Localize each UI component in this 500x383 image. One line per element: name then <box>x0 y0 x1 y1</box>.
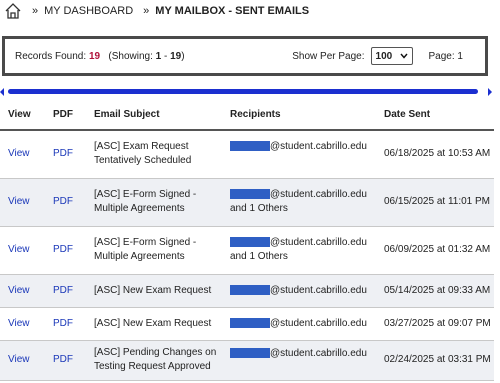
date-sent: 02/24/2025 at 03:31 PM <box>384 354 491 365</box>
recipients: @student.cabrillo.edu and 1 Others <box>222 226 376 274</box>
pdf-link[interactable]: PDF <box>53 244 73 255</box>
table-header-row: View PDF Email Subject Recipients Date S… <box>0 100 494 131</box>
chevron-down-icon <box>399 53 408 59</box>
scroll-left-icon[interactable] <box>0 88 4 96</box>
redacted-block <box>230 189 270 200</box>
subject-line-1: [ASC] E-Form Signed - <box>94 237 197 248</box>
email-subject: [ASC] Pending Changes on Testing Request… <box>86 340 222 380</box>
recipient-domain: @student.cabrillo.edu <box>270 237 367 248</box>
redacted-block <box>230 141 270 152</box>
view-link[interactable]: View <box>8 318 30 329</box>
subject-line-2: Tentatively Scheduled <box>94 155 192 167</box>
records-summary-bar: Records Found: 19 (Showing: 1 - 19) Show… <box>2 36 488 76</box>
horizontal-scrollbar[interactable] <box>0 88 500 96</box>
view-link[interactable]: View <box>8 244 30 255</box>
breadcrumb-separator: » <box>32 5 39 17</box>
subject-line-1: [ASC] Exam Request <box>94 141 189 153</box>
recipients: @student.cabrillo.edu <box>222 274 376 307</box>
table-row: View PDF [ASC] New Exam Request @student… <box>0 274 494 307</box>
pdf-link[interactable]: PDF <box>53 285 73 296</box>
breadcrumb-dashboard[interactable]: MY DASHBOARD <box>44 5 133 17</box>
page-indicator: Page: 1 <box>428 50 463 62</box>
table-row: View PDF [ASC] E-Form Signed - Multiple … <box>0 178 494 226</box>
recipients: @student.cabrillo.edu <box>222 307 376 340</box>
recipient-domain: @student.cabrillo.edu <box>270 141 367 152</box>
breadcrumb: » MY DASHBOARD » MY MAILBOX - SENT EMAIL… <box>0 0 500 22</box>
header-subject: Email Subject <box>86 100 222 131</box>
redacted-block <box>230 237 270 248</box>
showing-start: 1 <box>155 50 162 62</box>
view-link[interactable]: View <box>8 285 30 296</box>
subject-line-1: [ASC] E-Form Signed - <box>94 189 197 200</box>
showing-prefix: (Showing: <box>108 50 153 62</box>
recipient-domain: @student.cabrillo.edu <box>270 189 367 200</box>
pdf-link[interactable]: PDF <box>53 354 73 365</box>
breadcrumb-separator: » <box>143 5 150 17</box>
date-sent: 03/27/2025 at 09:07 PM <box>384 317 491 329</box>
date-sent: 06/18/2025 at 10:53 AM <box>384 148 491 160</box>
header-view: View <box>0 100 45 131</box>
redacted-block <box>230 284 270 295</box>
email-subject: [ASC] New Exam Request <box>94 317 212 329</box>
recipient-others: and 1 Others <box>230 251 288 262</box>
showing-suffix: ) <box>181 50 185 62</box>
sent-emails-table: View PDF Email Subject Recipients Date S… <box>0 100 494 381</box>
pdf-link[interactable]: PDF <box>53 318 73 329</box>
email-subject: [ASC] E-Form Signed - Multiple Agreement… <box>86 178 222 226</box>
redacted-block <box>230 347 270 358</box>
showing-dash: - <box>164 50 168 62</box>
redacted-block <box>230 317 270 328</box>
table-row: View PDF [ASC] E-Form Signed - Multiple … <box>0 226 494 274</box>
date-sent: 06/09/2025 at 01:32 AM <box>384 244 491 255</box>
records-found: Records Found: 19 (Showing: 1 - 19) <box>15 51 185 62</box>
subject-line-1: [ASC] Pending Changes on <box>94 347 217 358</box>
header-pdf: PDF <box>45 100 86 131</box>
recipients: @student.cabrillo.edu <box>222 130 376 178</box>
date-sent: 05/14/2025 at 09:33 AM <box>384 284 491 296</box>
header-date: Date Sent <box>376 100 494 131</box>
home-icon[interactable] <box>4 2 22 20</box>
recipient-domain: @student.cabrillo.edu <box>270 347 367 359</box>
showing-end: 19 <box>170 50 182 62</box>
view-link[interactable]: View <box>8 148 30 159</box>
table-row: View PDF [ASC] Exam Request Tentatively … <box>0 130 494 178</box>
table-row: View PDF [ASC] Pending Changes on Testin… <box>0 340 494 380</box>
email-subject: [ASC] New Exam Request <box>94 284 212 296</box>
breadcrumb-current: MY MAILBOX - SENT EMAILS <box>155 5 310 17</box>
subject-line-2: Multiple Agreements <box>94 203 185 214</box>
recipient-domain: @student.cabrillo.edu <box>270 284 367 296</box>
recipients: @student.cabrillo.edu <box>222 340 376 380</box>
recipients: @student.cabrillo.edu and 1 Others <box>222 178 376 226</box>
pdf-link[interactable]: PDF <box>53 148 73 159</box>
scrollbar-thumb[interactable] <box>8 89 478 94</box>
records-found-label: Records Found: <box>15 50 87 62</box>
recipient-others: and 1 Others <box>230 203 288 214</box>
per-page-value: 100 <box>375 50 393 62</box>
records-count: 19 <box>88 50 101 62</box>
subject-line-2: Testing Request Approved <box>94 361 211 372</box>
email-subject: [ASC] Exam Request Tentatively Scheduled <box>86 130 222 178</box>
header-recipients: Recipients <box>222 100 376 131</box>
recipient-domain: @student.cabrillo.edu <box>270 317 367 329</box>
scroll-right-icon[interactable] <box>488 88 492 96</box>
per-page-label: Show Per Page: <box>292 50 365 62</box>
pdf-link[interactable]: PDF <box>53 196 73 207</box>
table-row: View PDF [ASC] New Exam Request @student… <box>0 307 494 340</box>
view-link[interactable]: View <box>8 354 30 365</box>
subject-line-2: Multiple Agreements <box>94 251 185 262</box>
view-link[interactable]: View <box>8 196 30 207</box>
per-page-select[interactable]: 100 <box>370 47 413 65</box>
date-sent: 06/15/2025 at 11:01 PM <box>384 196 491 207</box>
email-subject: [ASC] E-Form Signed - Multiple Agreement… <box>86 226 222 274</box>
